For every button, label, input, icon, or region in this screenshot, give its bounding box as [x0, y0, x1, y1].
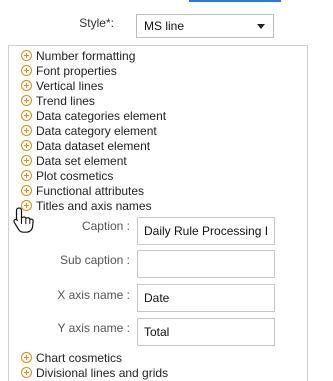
xaxis-label: X axis name :: [57, 288, 130, 302]
hand-pointer-cursor-icon: [13, 207, 34, 233]
expand-plus-icon: [21, 50, 32, 61]
section-label: Font properties: [36, 63, 117, 78]
section-divisional-lines-and-grids[interactable]: Divisional lines and grids: [21, 365, 168, 380]
section-label: Divisional lines and grids: [36, 365, 169, 380]
style-label: Style*:: [79, 16, 114, 30]
section-font-properties[interactable]: Font properties: [21, 63, 117, 78]
expand-plus-icon: [21, 155, 32, 166]
section-label: Chart cosmetics: [36, 350, 123, 365]
expand-plus-icon: [21, 140, 32, 151]
expand-plus-icon: [21, 367, 32, 378]
expand-plus-icon: [21, 125, 32, 136]
section-label: Titles and axis names: [36, 198, 152, 213]
section-label: Functional attributes: [36, 183, 145, 198]
section-label: Data set element: [36, 153, 127, 168]
expand-plus-icon: [21, 65, 32, 76]
expand-plus-icon: [21, 185, 32, 196]
expand-plus-icon: [21, 95, 32, 106]
top-link-underline: [189, 0, 281, 2]
section-functional-attributes[interactable]: Functional attributes: [21, 183, 144, 198]
section-data-dataset-element[interactable]: Data dataset element: [21, 138, 150, 153]
section-data-categories-element[interactable]: Data categories element: [21, 108, 166, 123]
section-label: Plot cosmetics: [36, 168, 114, 183]
section-vertical-lines[interactable]: Vertical lines: [21, 78, 103, 93]
style-select-value: MS line: [144, 19, 185, 33]
properties-panel: Number formatting Font properties Vertic…: [8, 45, 308, 381]
section-titles-and-axis-names[interactable]: Titles and axis names: [21, 198, 152, 213]
section-label: Data categories element: [36, 108, 167, 123]
section-label: Data dataset element: [36, 138, 151, 153]
chevron-down-icon: [257, 24, 265, 29]
section-plot-cosmetics[interactable]: Plot cosmetics: [21, 168, 113, 183]
section-number-formatting[interactable]: Number formatting: [21, 48, 135, 63]
section-label: Trend lines: [36, 93, 95, 108]
expand-plus-icon: [21, 170, 32, 181]
expand-plus-icon: [21, 80, 32, 91]
yaxis-label: Y axis name :: [57, 321, 130, 335]
section-trend-lines[interactable]: Trend lines: [21, 93, 95, 108]
expand-plus-icon: [21, 352, 32, 363]
subcaption-input[interactable]: [137, 250, 275, 278]
xaxis-input[interactable]: [137, 284, 275, 312]
section-label: Vertical lines: [36, 78, 104, 93]
section-label: Number formatting: [36, 48, 136, 63]
style-select[interactable]: MS line: [136, 14, 274, 38]
section-data-category-element[interactable]: Data category element: [21, 123, 157, 138]
subcaption-label: Sub caption :: [59, 253, 130, 267]
section-data-set-element[interactable]: Data set element: [21, 153, 127, 168]
section-chart-cosmetics[interactable]: Chart cosmetics: [21, 350, 122, 365]
expand-plus-icon: [21, 110, 32, 121]
yaxis-input[interactable]: [137, 318, 275, 346]
section-label: Data category element: [36, 123, 157, 138]
caption-input[interactable]: [137, 217, 275, 245]
